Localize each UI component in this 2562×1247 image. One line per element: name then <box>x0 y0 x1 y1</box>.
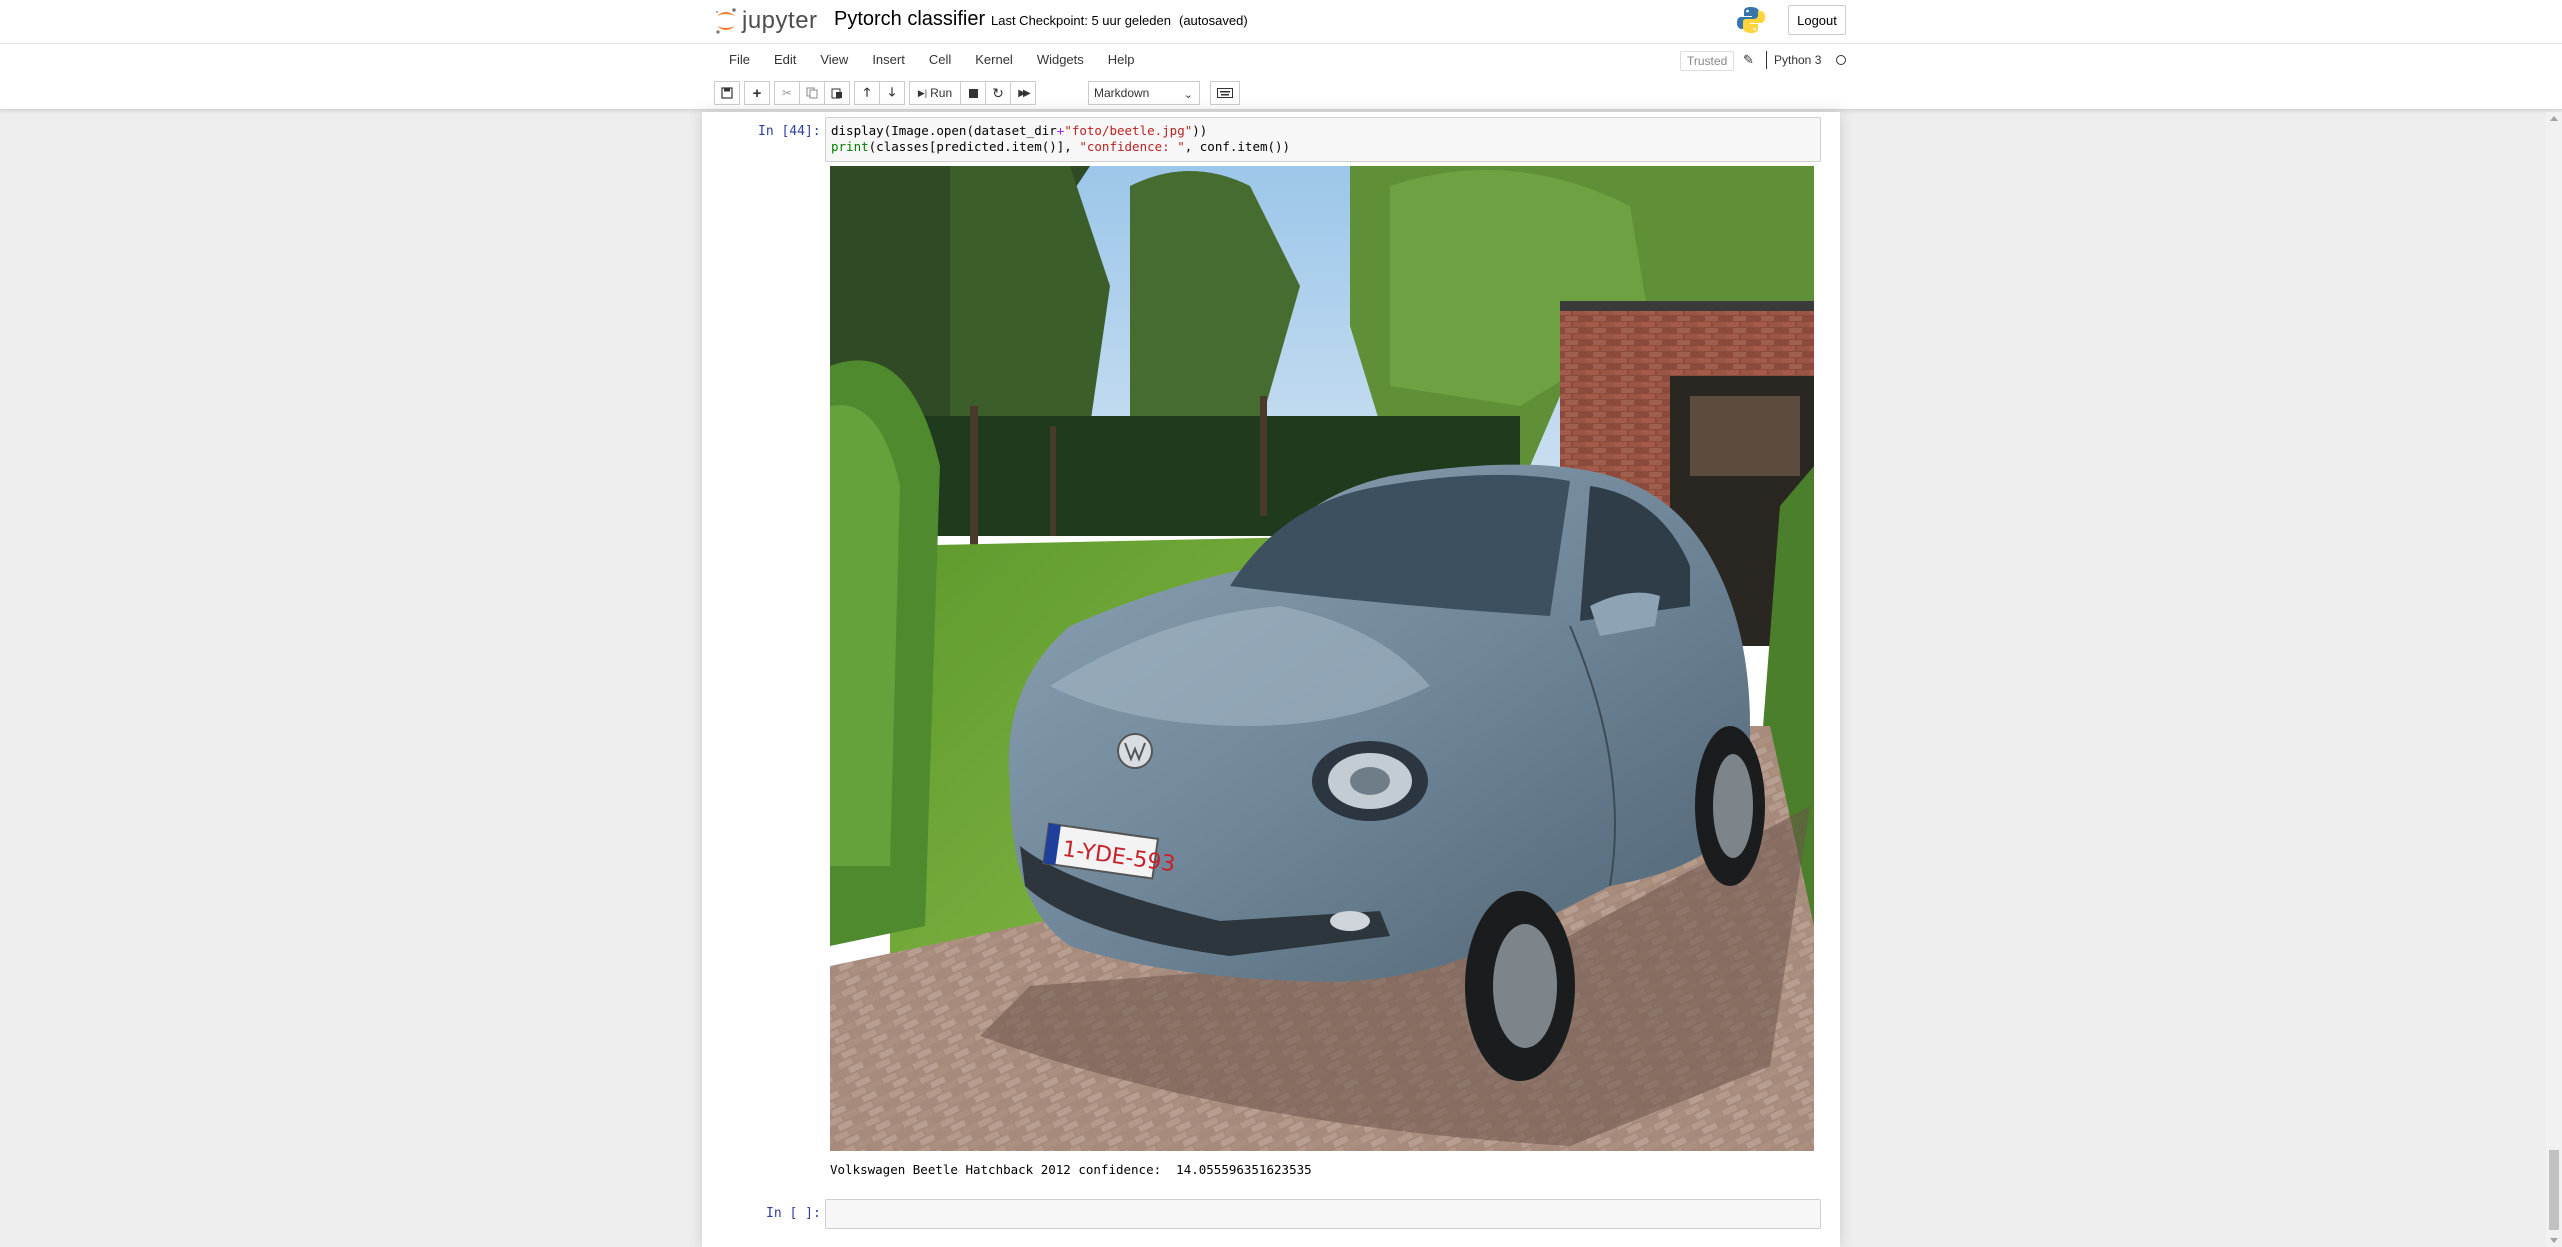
restart-run-all-button[interactable]: ▶▶ <box>1010 81 1036 105</box>
code-line-1: display(Image.open(dataset_dir+"foto/bee… <box>831 123 1815 139</box>
restart-kernel-button[interactable]: ↻ <box>985 81 1011 105</box>
code-line-1-part-b: )) <box>1192 123 1208 138</box>
logout-button[interactable]: Logout <box>1788 5 1846 35</box>
page-scrollbar[interactable] <box>2546 112 2562 1247</box>
menu-insert[interactable]: Insert <box>860 47 917 73</box>
fast-forward-icon: ▶▶ <box>1018 87 1031 99</box>
code-line-2-part-b: , conf.item()) <box>1184 139 1291 154</box>
command-palette-button[interactable] <box>1210 81 1240 105</box>
menu-kernel[interactable]: Kernel <box>963 47 1025 73</box>
code-line-1-string: "foto/beetle.jpg" <box>1064 123 1193 138</box>
menu-view[interactable]: View <box>808 47 860 73</box>
scrollbar-thumb[interactable] <box>2549 1150 2559 1230</box>
restart-icon: ↻ <box>992 84 1004 101</box>
python-logo-icon <box>1736 5 1766 40</box>
chevron-down-icon: ⌄ <box>1183 89 1193 101</box>
interrupt-kernel-button[interactable] <box>960 81 986 105</box>
move-down-button[interactable]: 🡓 <box>879 81 905 105</box>
menu-cell[interactable]: Cell <box>917 47 963 73</box>
menu-widgets[interactable]: Widgets <box>1025 47 1096 73</box>
code-line-2-part-a: (classes[predicted.item()], <box>868 139 1080 154</box>
cell-output-text: Volkswagen Beetle Hatchback 2012 confide… <box>830 1162 1312 1177</box>
kernel-separator <box>1766 51 1767 69</box>
run-button-label: Run <box>930 86 953 100</box>
cell-type-value: Markdown <box>1094 86 1150 100</box>
step-forward-icon: ▶| <box>917 87 928 98</box>
jupyter-logo-text: jupyter <box>742 7 818 34</box>
kernel-idle-indicator-icon <box>1836 55 1846 65</box>
save-icon <box>721 87 733 99</box>
cell-type-select[interactable]: Markdown ⌄ <box>1088 81 1200 105</box>
autosave-status: (autosaved) <box>1179 13 1248 28</box>
paste-button[interactable] <box>824 81 850 105</box>
code-line-2: print(classes[predicted.item()], "confid… <box>831 139 1815 155</box>
notebook-title[interactable]: Pytorch classifier <box>834 8 985 31</box>
move-up-button[interactable]: 🡑 <box>854 81 880 105</box>
copy-icon <box>806 87 818 99</box>
kernel-name[interactable]: Python 3 <box>1774 53 1821 67</box>
code-line-1-part-a: display(Image.open(dataset_dir <box>831 123 1057 138</box>
cell-input-prompt: In [44]: <box>758 124 821 139</box>
edit-mode-pencil-icon: ✎ <box>1743 52 1754 67</box>
scroll-down-arrow-icon[interactable] <box>2550 1238 2558 1243</box>
header-inner: jupyter Pytorch classifier Last Checkpoi… <box>714 0 1848 44</box>
arrow-down-icon: 🡓 <box>888 84 896 99</box>
trusted-indicator[interactable]: Trusted <box>1680 51 1735 71</box>
notebook-container: In [44]: display(Image.open(dataset_dir+… <box>702 112 1840 1247</box>
plus-icon: + <box>752 84 762 102</box>
code-line-2-keyword: print <box>831 139 869 154</box>
insert-cell-button[interactable]: + <box>744 81 770 105</box>
keyboard-icon <box>1217 88 1233 98</box>
jupyter-logo[interactable]: jupyter <box>714 4 818 38</box>
checkpoint-status: Last Checkpoint: 5 uur geleden <box>991 13 1171 28</box>
code-line-2-string: "confidence: " <box>1079 139 1185 154</box>
run-button[interactable]: ▶| Run <box>909 81 961 105</box>
jupyter-logo-icon <box>716 8 736 34</box>
scroll-up-arrow-icon[interactable] <box>2550 116 2558 121</box>
output-image-car-photo: 1-YDE-593 <box>830 166 1814 1151</box>
menu-help[interactable]: Help <box>1096 47 1147 73</box>
empty-cell-input-prompt: In [ ]: <box>766 1206 821 1221</box>
code-cell-editor[interactable]: display(Image.open(dataset_dir+"foto/bee… <box>825 117 1821 162</box>
toolbar: + ✂ 🡑 🡓 ▶| Run ↻ ▶▶ Markdown ⌄ <box>714 81 1514 105</box>
header: jupyter Pytorch classifier Last Checkpoi… <box>0 0 2562 44</box>
scissors-icon: ✂ <box>781 86 793 100</box>
paste-icon <box>831 88 842 99</box>
arrow-up-icon: 🡑 <box>863 84 871 99</box>
menubar-container: File Edit View Insert Cell Kernel Widget… <box>0 44 2562 110</box>
menubar: File Edit View Insert Cell Kernel Widget… <box>714 47 1848 73</box>
save-button[interactable] <box>714 81 740 105</box>
copy-button[interactable] <box>799 81 825 105</box>
menu-file[interactable]: File <box>714 47 762 73</box>
menu-edit[interactable]: Edit <box>762 47 808 73</box>
empty-code-cell-editor[interactable] <box>825 1199 1821 1229</box>
stop-icon <box>968 88 978 98</box>
cut-button[interactable]: ✂ <box>774 81 800 105</box>
